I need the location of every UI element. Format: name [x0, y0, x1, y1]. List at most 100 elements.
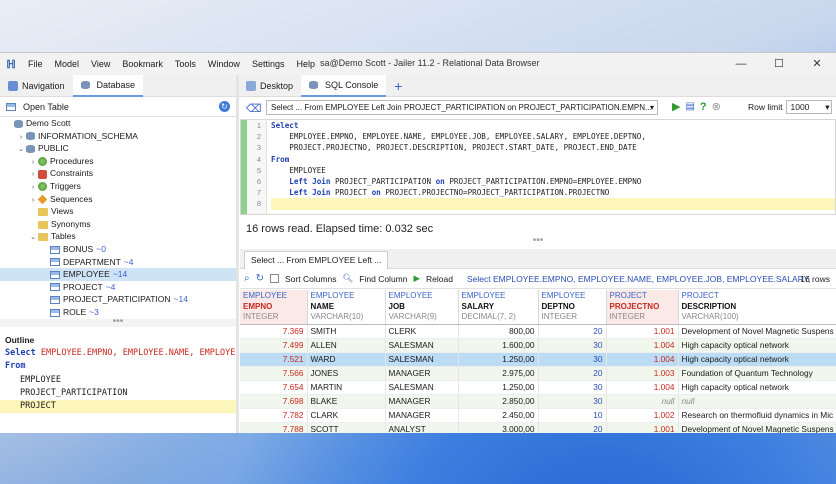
- table-row[interactable]: 7.499 ALLEN SALESMAN 1.600,00 30 1.004 High ca…: [240, 338, 836, 353]
- table-cell[interactable]: CLARK: [307, 408, 386, 423]
- table-cell[interactable]: SCOTT: [307, 422, 386, 433]
- table-cell[interactable]: ANALYST: [385, 422, 459, 433]
- table-cell[interactable]: 7.566: [240, 366, 308, 381]
- column-header[interactable]: EMPLOYEE EMPNO INTEGER: [240, 290, 308, 325]
- table-cell[interactable]: 1.600,00: [458, 338, 539, 353]
- close-icon[interactable]: ✕: [798, 53, 836, 75]
- column-header[interactable]: EMPLOYEE JOB VARCHAR(9): [385, 290, 459, 325]
- table-cell[interactable]: 1.004: [606, 338, 679, 353]
- table-cell[interactable]: SMITH: [307, 324, 386, 339]
- table-cell[interactable]: High capacity optical network: [678, 338, 836, 353]
- table-cell[interactable]: 7.521: [240, 352, 308, 367]
- menu-settings[interactable]: Settings: [246, 59, 291, 69]
- tree-item[interactable]: › Procedures: [0, 155, 236, 168]
- menu-view[interactable]: View: [85, 59, 116, 69]
- outline-item[interactable]: PROJECT_PARTICIPATION: [0, 387, 236, 400]
- table-cell[interactable]: 1.001: [606, 324, 679, 339]
- table-cell[interactable]: MANAGER: [385, 408, 459, 423]
- table-cell[interactable]: High capacity optical network: [678, 352, 836, 367]
- refresh-icon[interactable]: ↻: [219, 101, 230, 112]
- tab-database[interactable]: Database: [72, 74, 144, 97]
- table-cell[interactable]: Foundation of Quantum Technology: [678, 366, 836, 381]
- outline-select-line[interactable]: Select EMPLOYEE.EMPNO, EMPLOYEE.NAME, EM…: [0, 347, 236, 360]
- menu-file[interactable]: File: [22, 59, 49, 69]
- code-line[interactable]: Select: [271, 120, 835, 131]
- table-cell[interactable]: 7.499: [240, 338, 308, 353]
- tree-item[interactable]: ⌄ Tables: [0, 230, 236, 243]
- table-row[interactable]: 7.698 BLAKE MANAGER 2.850,00 30 null null: [240, 394, 836, 409]
- table-row[interactable]: 7.369 SMITH CLERK 800,00 20 1.001 Development …: [240, 324, 836, 339]
- table-cell[interactable]: Development of Novel Magnetic Suspens: [678, 422, 836, 433]
- table-cell[interactable]: CLERK: [385, 324, 459, 339]
- statement-selector[interactable]: Select ... From EMPLOYEE Left Join PROJE…: [266, 100, 658, 115]
- run-script-icon[interactable]: ▤: [685, 101, 694, 112]
- table-cell[interactable]: 7.654: [240, 380, 308, 395]
- table-cell[interactable]: 7.782: [240, 408, 308, 423]
- outline-from-line[interactable]: From: [0, 360, 236, 373]
- outline-item[interactable]: PROJECT: [0, 400, 236, 414]
- table-cell[interactable]: High capacity optical network: [678, 380, 836, 395]
- table-cell[interactable]: MANAGER: [385, 366, 459, 381]
- table-cell[interactable]: 1.003: [606, 366, 679, 381]
- table-cell[interactable]: 2.450,00: [458, 408, 539, 423]
- column-header[interactable]: PROJECT DESCRIPTION VARCHAR(100): [678, 290, 836, 325]
- table-cell[interactable]: Research on thermofluid dynamics in Mic: [678, 408, 836, 423]
- table-cell[interactable]: WARD: [307, 352, 386, 367]
- tree-item[interactable]: Synonyms: [0, 218, 236, 231]
- menu-tools[interactable]: Tools: [169, 59, 202, 69]
- table-row[interactable]: 7.788 SCOTT ANALYST 3.000,00 20 1.001 Developm…: [240, 422, 836, 433]
- tree-item[interactable]: EMPLOYEE ~14: [0, 268, 236, 281]
- add-tab-button[interactable]: +: [386, 75, 410, 97]
- table-cell[interactable]: SALESMAN: [385, 352, 459, 367]
- vertical-splitter[interactable]: [236, 75, 239, 433]
- table-cell[interactable]: 1.004: [606, 380, 679, 395]
- code-line[interactable]: From: [271, 154, 835, 165]
- table-cell[interactable]: 7.698: [240, 394, 308, 409]
- tree-item[interactable]: › INFORMATION_SCHEMA: [0, 130, 236, 143]
- tree-item[interactable]: ⌄ PUBLIC: [0, 142, 236, 155]
- table-cell[interactable]: 7.369: [240, 324, 308, 339]
- result-grid[interactable]: EMPLOYEE EMPNO INTEGER EMPLOYEE NAME VARCHAR(…: [240, 290, 836, 433]
- code-line[interactable]: PROJECT.PROJECTNO, PROJECT.DESCRIPTION, …: [271, 142, 835, 153]
- column-header[interactable]: EMPLOYEE DEPTNO INTEGER: [538, 290, 607, 325]
- tree-item[interactable]: › Constraints: [0, 167, 236, 180]
- open-table-bar[interactable]: Open Table ↻: [0, 97, 236, 117]
- column-header[interactable]: PROJECT PROJECTNO INTEGER: [606, 290, 679, 325]
- minimize-icon[interactable]: —: [722, 53, 760, 75]
- code-line[interactable]: EMPLOYEE: [271, 165, 835, 176]
- table-cell[interactable]: 20: [538, 366, 607, 381]
- column-header[interactable]: EMPLOYEE SALARY DECIMAL(7, 2): [458, 290, 539, 325]
- table-cell[interactable]: 7.788: [240, 422, 308, 433]
- tree-item[interactable]: › Triggers: [0, 180, 236, 193]
- tree-item[interactable]: PROJECT ~4: [0, 281, 236, 294]
- search-icon[interactable]: ⌕: [244, 273, 250, 284]
- table-cell[interactable]: SALESMAN: [385, 380, 459, 395]
- refresh-icon[interactable]: ↻: [256, 273, 264, 284]
- code-line[interactable]: [271, 198, 835, 210]
- table-cell[interactable]: BLAKE: [307, 394, 386, 409]
- left-splitter-handle[interactable]: •••: [0, 317, 236, 327]
- table-cell[interactable]: 2.850,00: [458, 394, 539, 409]
- table-row[interactable]: 7.654 MARTIN SALESMAN 1.250,00 30 1.004 High c…: [240, 380, 836, 395]
- table-row[interactable]: 7.566 JONES MANAGER 2.975,00 20 1.003 Foundati…: [240, 366, 836, 381]
- table-cell[interactable]: 800,00: [458, 324, 539, 339]
- find-column-icon[interactable]: 🔍︎: [343, 273, 354, 284]
- table-row[interactable]: 7.521 WARD SALESMAN 1.250,00 30 1.004 High cap…: [240, 352, 836, 367]
- table-cell[interactable]: 1.001: [606, 422, 679, 433]
- tab-sql-console[interactable]: SQL Console: [301, 74, 387, 97]
- reload-button[interactable]: Reload: [426, 274, 453, 284]
- menu-model[interactable]: Model: [49, 59, 86, 69]
- row-limit-select[interactable]: 1000 ▾: [786, 100, 833, 114]
- table-cell[interactable]: JONES: [307, 366, 386, 381]
- tab-desktop[interactable]: Desktop: [238, 75, 301, 97]
- table-cell[interactable]: 30: [538, 338, 607, 353]
- menu-help[interactable]: Help: [290, 59, 321, 69]
- menu-window[interactable]: Window: [202, 59, 246, 69]
- column-header[interactable]: EMPLOYEE NAME VARCHAR(10): [307, 290, 386, 325]
- sql-editor[interactable]: 12345678 Select EMPLOYEE.EMPNO, EMPLOYEE…: [240, 119, 836, 215]
- table-cell[interactable]: SALESMAN: [385, 338, 459, 353]
- table-cell[interactable]: 1.004: [606, 352, 679, 367]
- table-cell[interactable]: 20: [538, 422, 607, 433]
- result-tab[interactable]: Select ... From EMPLOYEE Left ...: [244, 251, 389, 269]
- table-cell[interactable]: 20: [538, 324, 607, 339]
